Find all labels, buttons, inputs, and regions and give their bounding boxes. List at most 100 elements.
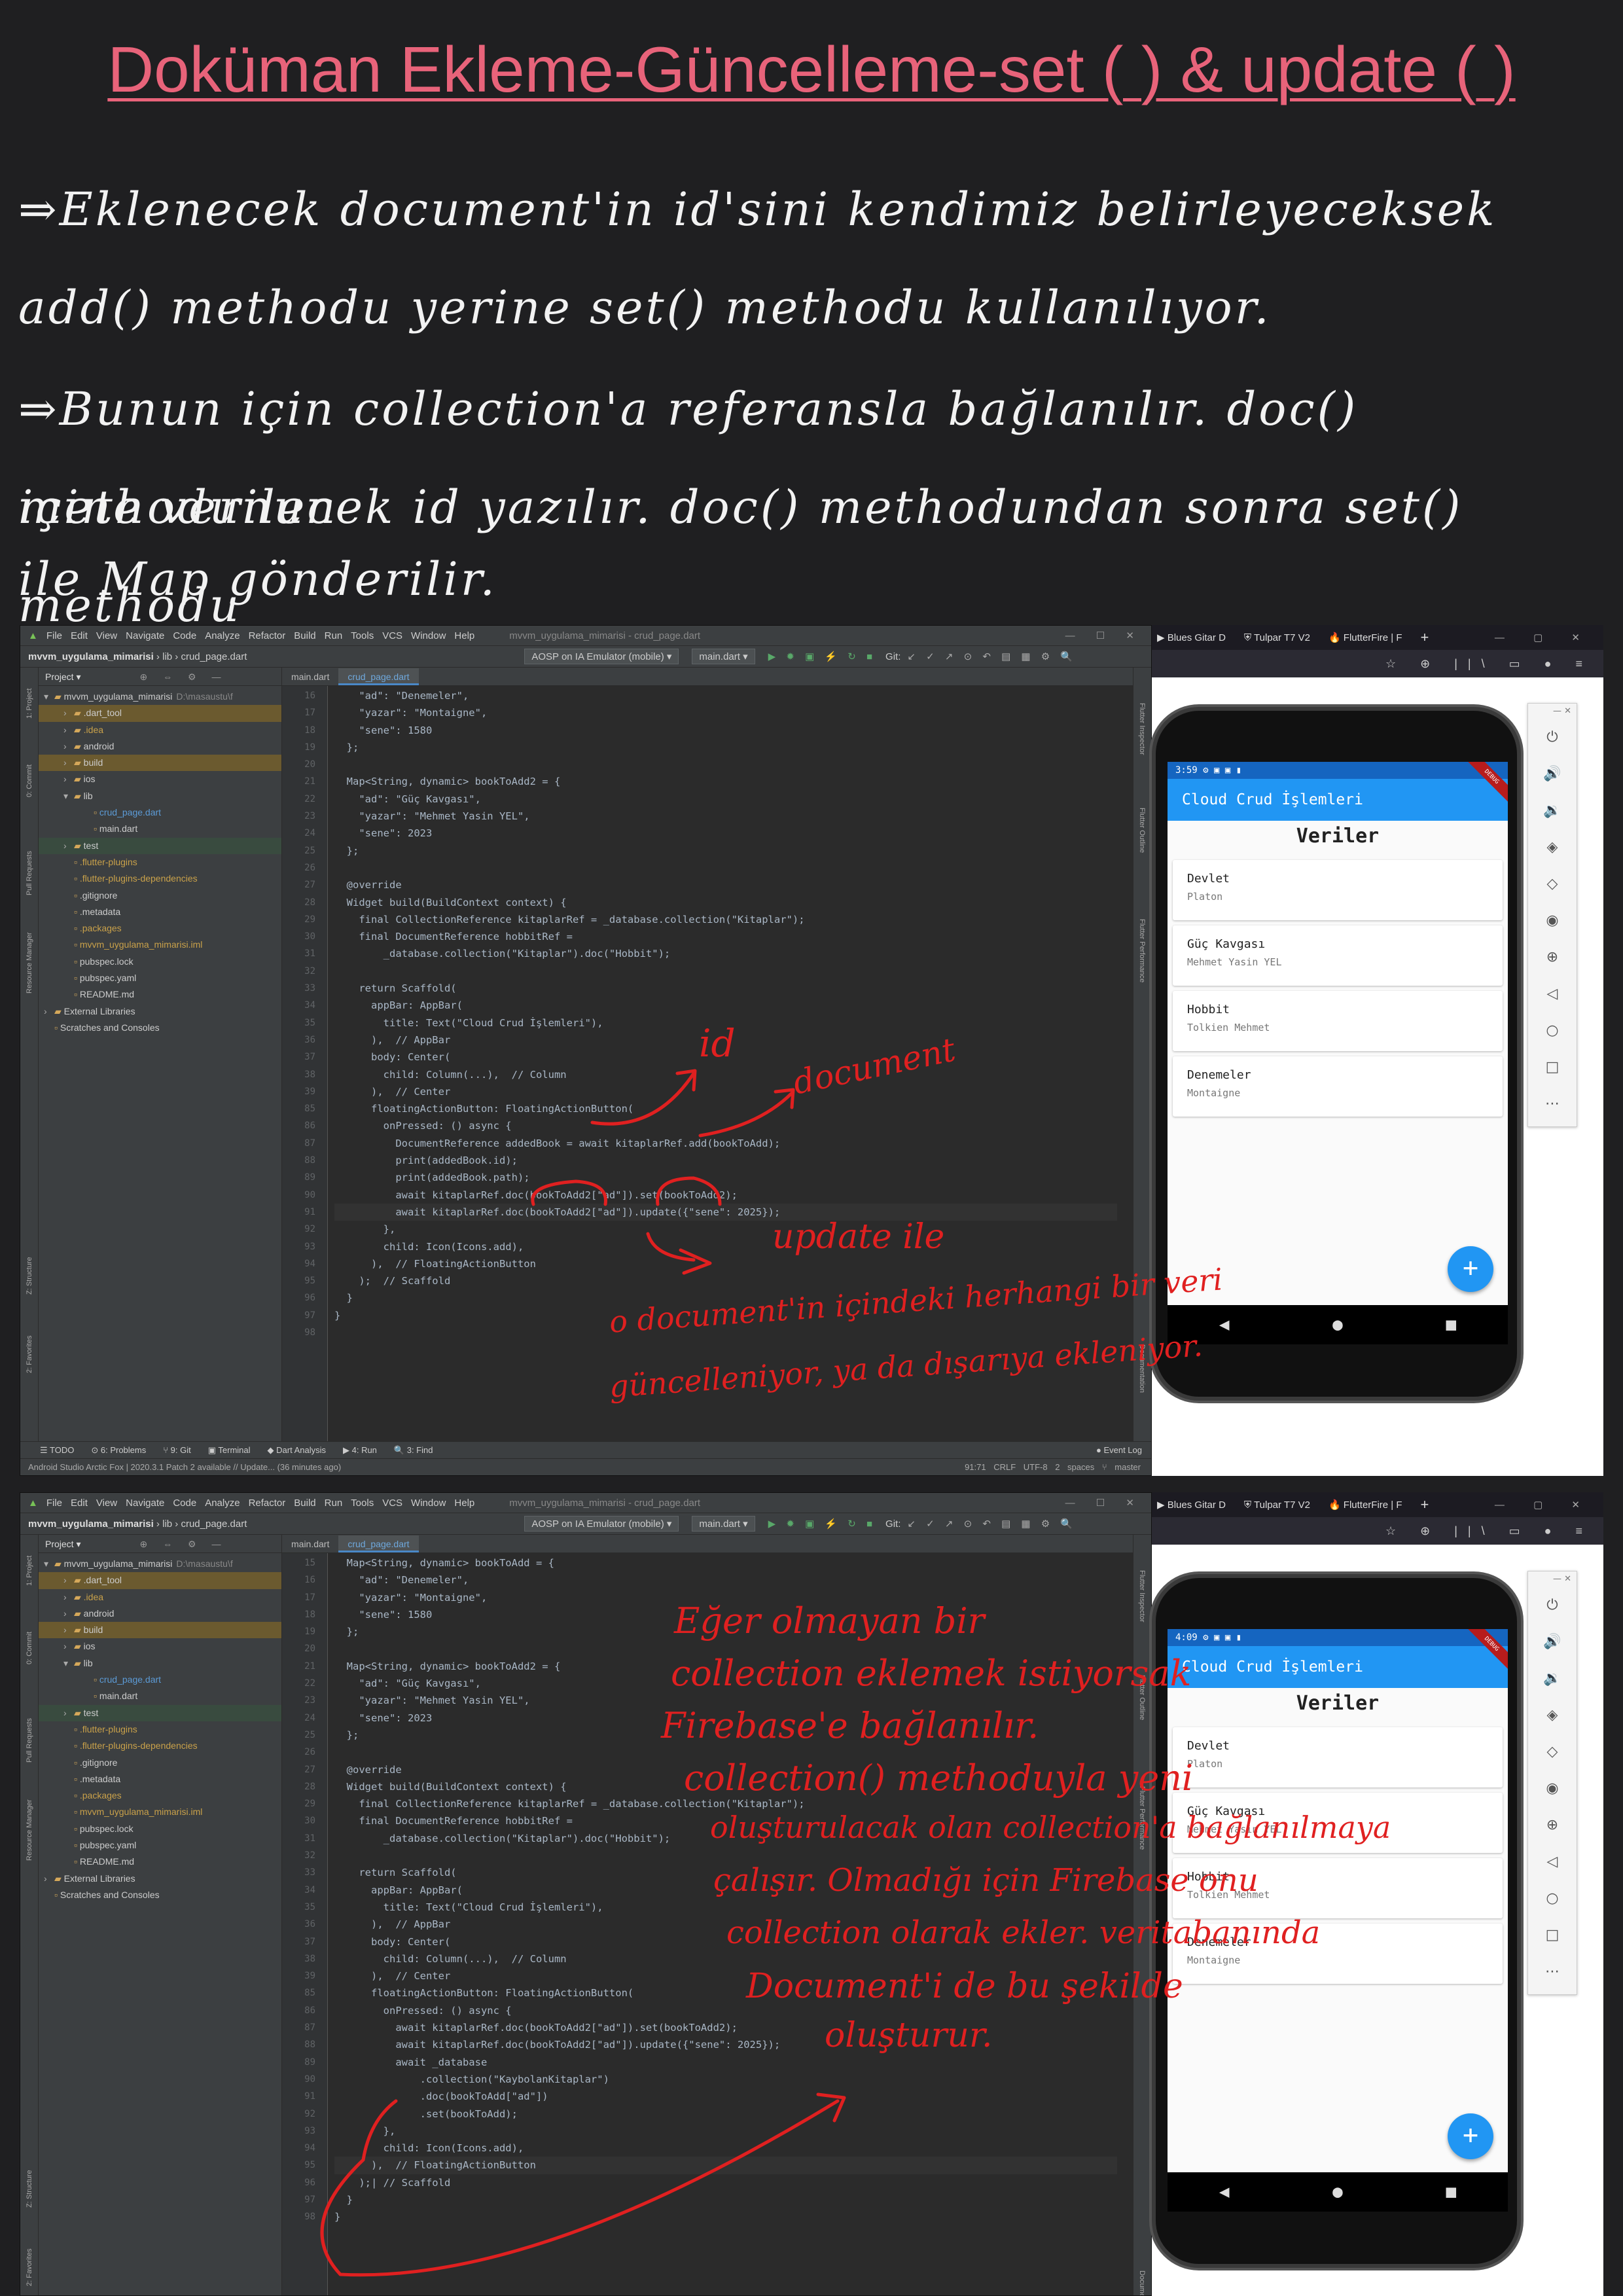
breadcrumb-project[interactable]: mvvm_uygulama_mimarisi — [28, 1518, 154, 1530]
menu-code[interactable]: Code — [173, 1498, 196, 1509]
tree-arrow-icon[interactable]: › — [63, 722, 74, 738]
menu-edit[interactable]: Edit — [71, 630, 88, 641]
status-info[interactable]: 91:71 CRLF UTF-8 2 spaces ⑂ master — [965, 1462, 1141, 1472]
tree-arrow-icon[interactable]: › — [63, 1572, 74, 1588]
project-view-selector[interactable]: Project ▾ — [45, 672, 81, 682]
tree-item[interactable]: ▫ crud_page.dart — [39, 804, 281, 821]
code-line[interactable]: ), // Center — [334, 1083, 1117, 1100]
emulator-toolbar-header[interactable]: — ✕ — [1528, 1571, 1577, 1587]
code-line[interactable]: "ad": "Denemeler", — [334, 1571, 1117, 1588]
menu-analyze[interactable]: Analyze — [205, 630, 240, 641]
tree-item[interactable]: › ▰ .idea — [39, 722, 281, 738]
menu-code[interactable]: Code — [173, 630, 196, 641]
status-message[interactable]: Android Studio Arctic Fox | 2020.3.1 Pat… — [28, 1462, 341, 1472]
code-line[interactable]: print(addedBook.id); — [334, 1152, 1117, 1169]
code-line[interactable]: title: Text("Cloud Crud İşlemleri"), — [334, 1899, 1117, 1916]
tree-item[interactable]: ▾ ▰ lib — [39, 1655, 281, 1672]
tree-item[interactable]: ▫ main.dart — [39, 821, 281, 837]
tab-crud-page-dart[interactable]: crud_page.dart — [338, 668, 419, 685]
code-line[interactable]: child: Column(...), // Column — [334, 1950, 1117, 1967]
menu-run[interactable]: Run — [325, 630, 343, 641]
code-line[interactable]: ), // FloatingActionButton — [334, 2157, 1117, 2174]
device-selector[interactable]: AOSP on IA Emulator (mobile) ▾ — [524, 649, 679, 664]
tree-item[interactable]: ▫ main.dart — [39, 1688, 281, 1704]
book-card[interactable]: Denemeler Montaigne — [1173, 1056, 1503, 1117]
breadcrumb-file[interactable]: crud_page.dart — [181, 651, 247, 662]
side-tab-favorites[interactable]: 2: Favorites — [26, 2249, 33, 2286]
power-icon[interactable]: ⏻ — [1528, 719, 1577, 756]
home-icon[interactable]: ○ — [1528, 1013, 1577, 1049]
home-icon[interactable]: ○ — [1528, 1880, 1577, 1917]
browser-tab-blues[interactable]: ▶ Blues Gitar D — [1157, 1499, 1226, 1511]
tool-problems[interactable]: ⊙ 6: Problems — [91, 1445, 146, 1456]
right-tab-flutter-performance[interactable]: Flutter Performance — [1138, 919, 1146, 982]
menu-tools[interactable]: Tools — [351, 1498, 374, 1509]
tree-item[interactable]: › ▰ android — [39, 738, 281, 755]
menu-edit[interactable]: Edit — [71, 1498, 88, 1509]
menu-view[interactable]: View — [96, 630, 117, 641]
menu-vcs[interactable]: VCS — [382, 630, 402, 641]
tree-item[interactable]: ▫ .flutter-plugins — [39, 1721, 281, 1738]
tree-item[interactable]: ▾ ▰ mvvm_uygulama_mimarisi D:\masaustu\f — [39, 1556, 281, 1572]
code-line[interactable]: }; — [334, 842, 1117, 859]
event-log[interactable]: ● Event Log — [1096, 1445, 1142, 1455]
tree-arrow-icon[interactable]: › — [63, 755, 74, 771]
tree-arrow-icon[interactable]: ▾ — [44, 689, 54, 705]
code-line[interactable]: await kitaplarRef.doc(bookToAdd2["ad"]).… — [334, 1203, 1117, 1221]
tree-item[interactable]: › ▰ android — [39, 1605, 281, 1622]
tool-terminal[interactable]: ▣ Terminal — [208, 1445, 251, 1456]
code-line[interactable]: "yazar": "Mehmet Yasin YEL", — [334, 808, 1117, 825]
tree-arrow-icon[interactable]: › — [63, 771, 74, 787]
tree-item[interactable]: ▫ pubspec.lock — [39, 1821, 281, 1837]
side-tab-structure[interactable]: Z: Structure — [26, 2170, 33, 2208]
volume-up-icon[interactable]: 🔊 — [1528, 756, 1577, 793]
tree-arrow-icon[interactable]: › — [63, 705, 74, 721]
menu-build[interactable]: Build — [294, 630, 315, 641]
camera-icon[interactable]: ◉ — [1528, 903, 1577, 939]
tree-item[interactable]: ▫ .gitignore — [39, 1755, 281, 1771]
code-line[interactable]: }, — [334, 1221, 1117, 1238]
code-line[interactable]: );| // Scaffold — [334, 2174, 1117, 2191]
tree-item[interactable]: › ▰ ios — [39, 1638, 281, 1655]
device-selector[interactable]: AOSP on IA Emulator (mobile) ▾ — [524, 1516, 679, 1532]
add-fab-button[interactable]: + — [1448, 1246, 1493, 1292]
tool-find[interactable]: 🔍 3: Find — [394, 1445, 433, 1456]
git-actions-icon[interactable]: ↙ ✓ ↗ ⊙ ↶ ▤ ▦ ⚙ 🔍 — [907, 651, 1077, 662]
back-icon[interactable]: ◁ — [1528, 976, 1577, 1013]
menu-file[interactable]: File — [46, 1498, 62, 1509]
browser-toolbar-icons[interactable]: ☆ ⊕ ||\ ▭ ● ≡ — [1385, 657, 1593, 671]
menu-vcs[interactable]: VCS — [382, 1498, 402, 1509]
breadcrumb-project[interactable]: mvvm_uygulama_mimarisi — [28, 651, 154, 662]
side-tab-structure[interactable]: Z: Structure — [26, 1257, 33, 1295]
menu-refactor[interactable]: Refactor — [249, 630, 286, 641]
code-line[interactable] — [334, 963, 1117, 980]
book-card[interactable]: Devlet Platon — [1173, 1727, 1503, 1787]
tree-item[interactable]: ▫ .flutter-plugins-dependencies — [39, 1738, 281, 1754]
code-line[interactable]: Map<String, dynamic> bookToAdd2 = { — [334, 773, 1117, 790]
code-line[interactable]: .collection("KaybolanKitaplar") — [334, 2071, 1117, 2088]
browser-tab-flutterfire[interactable]: 🔥 FlutterFire | F — [1329, 632, 1402, 643]
breadcrumb-folder[interactable]: lib — [162, 1518, 172, 1530]
browser-window-controls[interactable]: — ▢ ✕ — [1495, 1499, 1593, 1511]
tree-item[interactable]: ▫ .gitignore — [39, 888, 281, 904]
tree-arrow-icon[interactable]: ▾ — [63, 1655, 74, 1672]
tree-item[interactable]: ▫ Scratches and Consoles — [39, 1887, 281, 1903]
menu-navigate[interactable]: Navigate — [126, 630, 164, 641]
tree-item[interactable]: › ▰ External Libraries — [39, 1003, 281, 1020]
code-line[interactable]: print(addedBook.path); — [334, 1169, 1117, 1186]
tree-item[interactable]: › ▰ test — [39, 837, 281, 854]
run-config-selector[interactable]: main.dart ▾ — [692, 1516, 755, 1532]
more-icon[interactable]: ⋯ — [1528, 1086, 1577, 1122]
code-line[interactable]: await kitaplarRef.doc(bookToAdd2["ad"]).… — [334, 2019, 1117, 2036]
code-line[interactable]: Widget build(BuildContext context) { — [334, 894, 1117, 911]
tree-item[interactable]: ▫ .metadata — [39, 904, 281, 920]
menu-file[interactable]: File — [46, 630, 62, 641]
tool-todo[interactable]: ☰ TODO — [40, 1445, 74, 1456]
tab-main-dart[interactable]: main.dart — [282, 668, 338, 685]
code-line[interactable]: await _database — [334, 2054, 1117, 2071]
tree-item[interactable]: ▫ Scratches and Consoles — [39, 1020, 281, 1036]
menu-window[interactable]: Window — [411, 630, 446, 641]
tree-item[interactable]: ▫ README.md — [39, 986, 281, 1003]
tree-item[interactable]: ▫ mvvm_uygulama_mimarisi.iml — [39, 1804, 281, 1820]
tree-arrow-icon[interactable]: ▾ — [44, 1556, 54, 1572]
